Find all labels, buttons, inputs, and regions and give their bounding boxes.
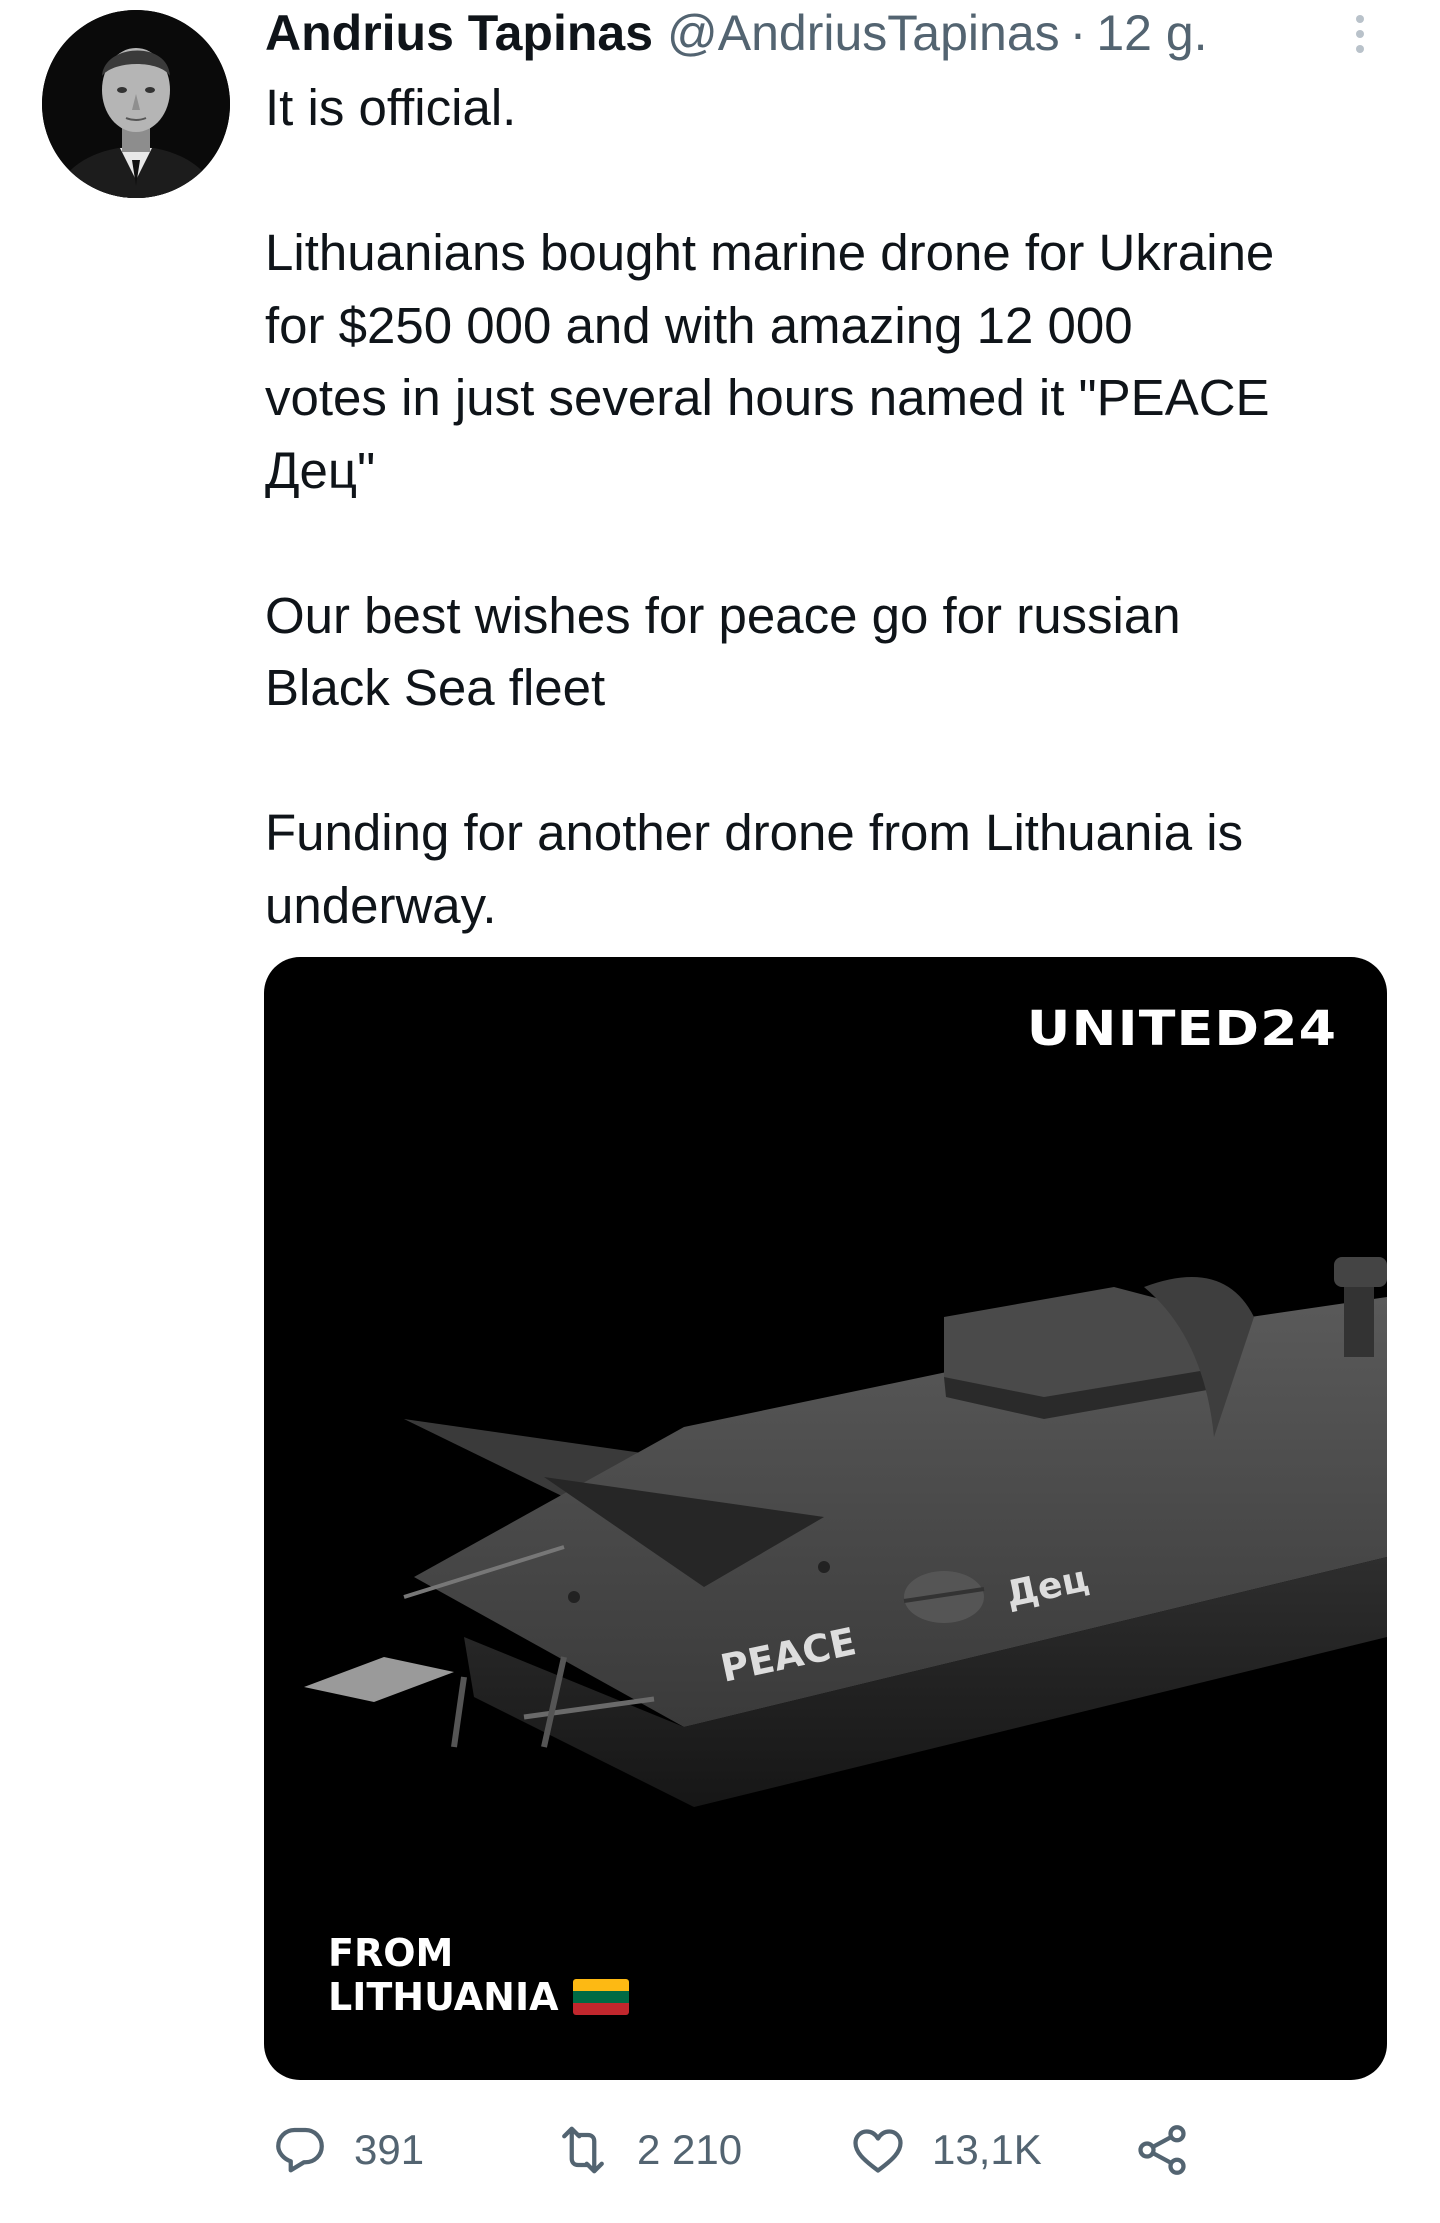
author-display-name[interactable]: Andrius Tapinas xyxy=(265,2,653,64)
retweet-count: 2 210 xyxy=(637,2126,743,2173)
tweet-timestamp[interactable]: 12 g. xyxy=(1096,2,1207,64)
more-dot-icon xyxy=(1356,15,1364,23)
like-button[interactable]: 13,1K xyxy=(848,2115,1042,2185)
tweet: Andrius Tapinas @AndriusTapinas · 12 g. … xyxy=(0,0,1440,2223)
author-avatar[interactable] xyxy=(42,10,230,198)
reply-count: 391 xyxy=(354,2126,425,2173)
heart-icon xyxy=(853,2129,903,2173)
share-button[interactable] xyxy=(1132,2115,1192,2185)
tweet-paragraph: Lithuanians bought marine drone for Ukra… xyxy=(265,224,1275,499)
hull-text-dets: Дец xyxy=(1002,1558,1092,1615)
tweet-paragraph: It is official. xyxy=(265,79,517,136)
like-count: 13,1K xyxy=(932,2126,1042,2173)
from-label-line1: FROM xyxy=(328,1931,454,1975)
tweet-paragraph: Funding for another drone from Lithuania… xyxy=(265,804,1244,934)
from-label-line2: LITHUANIA xyxy=(328,1975,559,2019)
retweet-icon xyxy=(562,2126,604,2174)
share-icon xyxy=(1138,2125,1186,2175)
united24-logo: UNITED24 xyxy=(1026,1001,1337,1057)
author-handle[interactable]: @AndriusTapinas xyxy=(667,2,1060,64)
from-label-line2-row: LITHUANIA xyxy=(328,1975,629,2019)
tweet-paragraph: Our best wishes for peace go for russian… xyxy=(265,586,1181,717)
more-dot-icon xyxy=(1356,30,1364,38)
retweet-button[interactable]: 2 210 xyxy=(553,2115,742,2185)
tweet-media-image[interactable]: PEACE Дец UNITED24 FROM LITHUANIA xyxy=(264,957,1387,2080)
more-dot-icon xyxy=(1356,45,1364,53)
tweet-action-bar: 391 2 210 13,1K xyxy=(270,2115,1400,2185)
lithuania-flag-icon xyxy=(572,1979,629,2015)
from-lithuania-label: FROM LITHUANIA xyxy=(328,1931,629,2019)
hull-lettering: PEACE Дец xyxy=(717,1558,1093,1691)
header-separator: · xyxy=(1069,5,1087,61)
tweet-text: It is official. Lithuanians bought marin… xyxy=(265,72,1395,942)
hull-text-peace: PEACE xyxy=(717,1619,860,1691)
tweet-header: Andrius Tapinas @AndriusTapinas · 12 g. xyxy=(265,2,1208,64)
reply-button[interactable]: 391 xyxy=(270,2115,424,2185)
reply-icon xyxy=(276,2127,324,2173)
avatar-portrait xyxy=(42,10,230,198)
more-options-button[interactable] xyxy=(1340,6,1380,62)
